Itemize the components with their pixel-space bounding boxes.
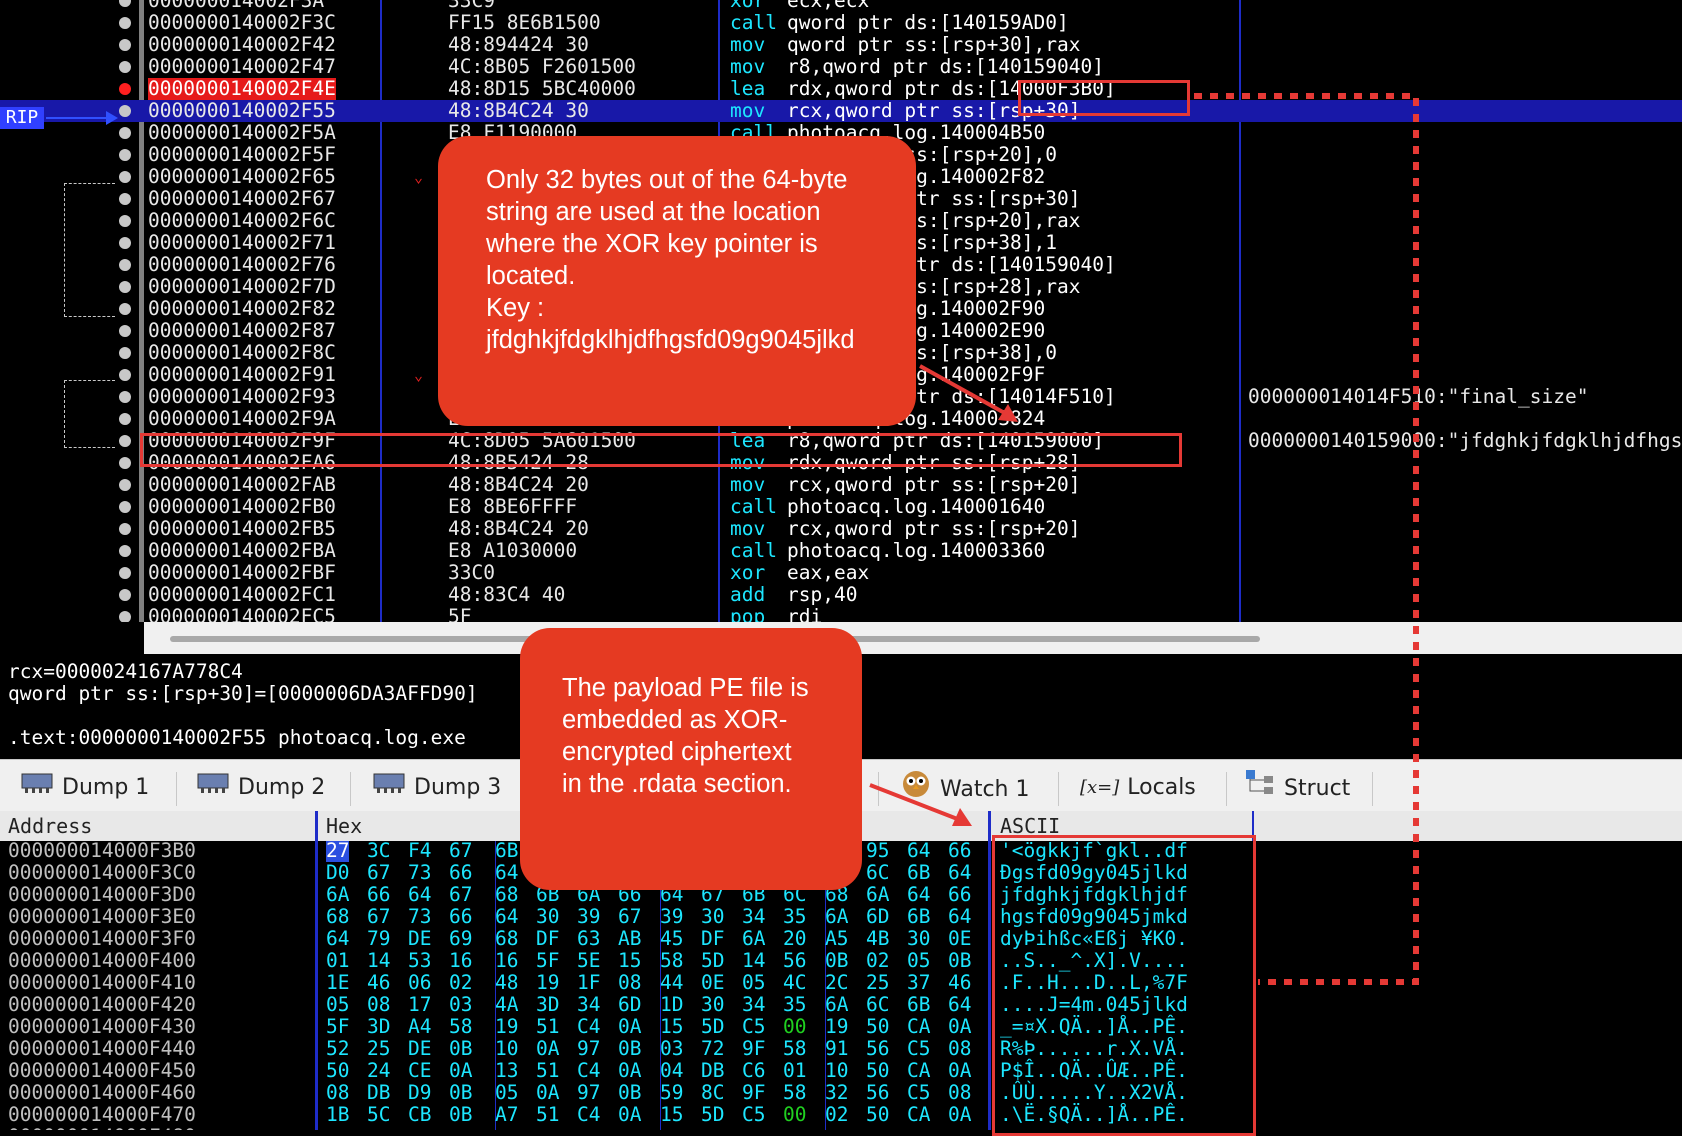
callout-payload: The payload PE file is embedded as XOR- … — [520, 628, 862, 890]
callout-xor-key: Only 32 bytes out of the 64-byte string … — [438, 136, 916, 426]
